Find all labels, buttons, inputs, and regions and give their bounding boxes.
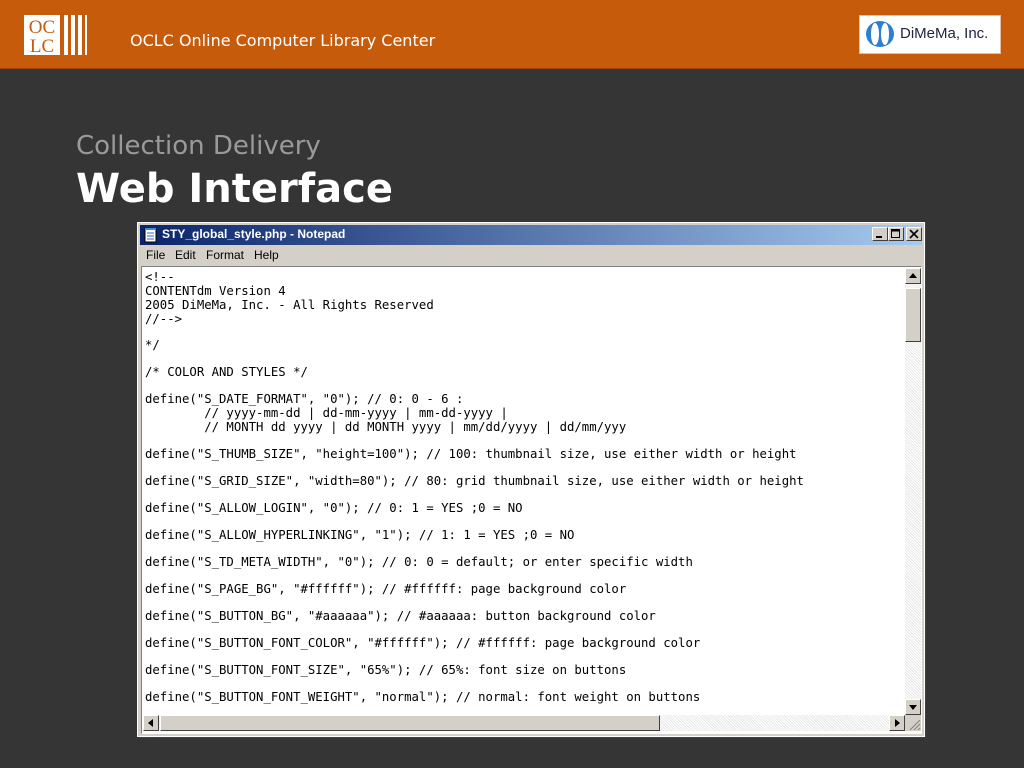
menu-edit[interactable]: Edit [175, 248, 196, 262]
maximize-button[interactable] [888, 227, 904, 241]
scroll-left-button[interactable] [143, 715, 159, 731]
scroll-up-button[interactable] [905, 268, 921, 284]
oclc-logo-text-bottom: LC [30, 36, 54, 55]
code-line: // MONTH dd yyyy | dd MONTH yyyy | mm/dd… [145, 420, 627, 434]
vertical-scroll-thumb[interactable] [905, 288, 921, 342]
slide-title: Web Interface [76, 166, 393, 212]
dimema-logo-text: DiMeMa, Inc. [900, 25, 989, 42]
oclc-logo: OC LC [24, 15, 92, 57]
text-editor[interactable]: <!-- CONTENTdm Version 4 2005 DiMeMa, Inc.… [141, 266, 922, 734]
scroll-right-button[interactable] [889, 715, 905, 731]
menu-help[interactable]: Help [254, 248, 279, 262]
code-line: /* COLOR AND STYLES */ [145, 365, 308, 379]
arrow-left-icon [148, 719, 153, 727]
organization-name: OCLC Online Computer Library Center [130, 31, 436, 50]
maximize-icon [891, 229, 900, 238]
code-line: define("S_TD_META_WIDTH", "0"); // 0: 0 … [145, 555, 693, 569]
resize-grip-icon [909, 719, 921, 731]
minimize-button[interactable] [872, 227, 888, 241]
code-line: <!-- [145, 270, 175, 284]
close-button[interactable] [906, 227, 922, 241]
header-bar: OC LC OCLC Online Computer Library Cente… [0, 0, 1024, 69]
notepad-icon [143, 227, 159, 243]
minimize-icon [876, 236, 882, 238]
code-line: define("S_BUTTON_FONT_WEIGHT", "normal")… [145, 690, 701, 704]
arrow-right-icon [895, 719, 900, 727]
window-titlebar[interactable]: STY_global_style.php - Notepad [140, 225, 922, 245]
arrow-down-icon [909, 705, 917, 710]
close-icon [909, 229, 919, 239]
code-line: 2005 DiMeMa, Inc. - All Rights Reserved [145, 298, 434, 312]
vertical-scrollbar[interactable] [905, 268, 921, 715]
menu-file[interactable]: File [146, 248, 165, 262]
code-line: define("S_ALLOW_LOGIN", "0"); // 0: 1 = … [145, 501, 523, 515]
scroll-down-button[interactable] [905, 699, 921, 715]
code-line: define("S_BUTTON_BG", "#aaaaaa"); // #aa… [145, 609, 656, 623]
notepad-window: STY_global_style.php - Notepad File Edit… [137, 222, 925, 737]
code-line: */ [145, 338, 160, 352]
code-line: // yyyy-mm-dd | dd-mm-yyyy | mm-dd-yyyy … [145, 406, 508, 420]
code-line: define("S_ALLOW_HYPERLINKING", "1"); // … [145, 528, 575, 542]
dimema-logo-icon [866, 21, 894, 47]
arrow-up-icon [909, 273, 917, 278]
code-line: define("S_BUTTON_FONT_COLOR", "#ffffff")… [145, 636, 701, 650]
code-line: define("S_THUMB_SIZE", "height=100"); //… [145, 447, 797, 461]
text-content-area[interactable]: <!-- CONTENTdm Version 4 2005 DiMeMa, Inc.… [143, 268, 904, 715]
dimema-logo: DiMeMa, Inc. [859, 15, 1001, 54]
menu-bar: File Edit Format Help [140, 246, 922, 265]
horizontal-scroll-thumb[interactable] [160, 715, 660, 731]
oclc-logo-text-top: OC [29, 17, 55, 38]
resize-grip[interactable] [905, 715, 921, 731]
code-line: define("S_DATE_FORMAT", "0"); // 0: 0 - … [145, 392, 464, 406]
code-line: define("S_BUTTON_FONT_SIZE", "65%"); // … [145, 663, 627, 677]
slide-subtitle: Collection Delivery [76, 131, 321, 161]
code-line: define("S_GRID_SIZE", "width=80"); // 80… [145, 474, 804, 488]
code-line: define("S_PAGE_BG", "#ffffff"); // #ffff… [145, 582, 627, 596]
menu-format[interactable]: Format [206, 248, 244, 262]
window-title: STY_global_style.php - Notepad [162, 227, 346, 241]
horizontal-scrollbar[interactable] [143, 715, 905, 731]
code-line: CONTENTdm Version 4 [145, 284, 286, 298]
code-line: //--> [145, 312, 183, 326]
